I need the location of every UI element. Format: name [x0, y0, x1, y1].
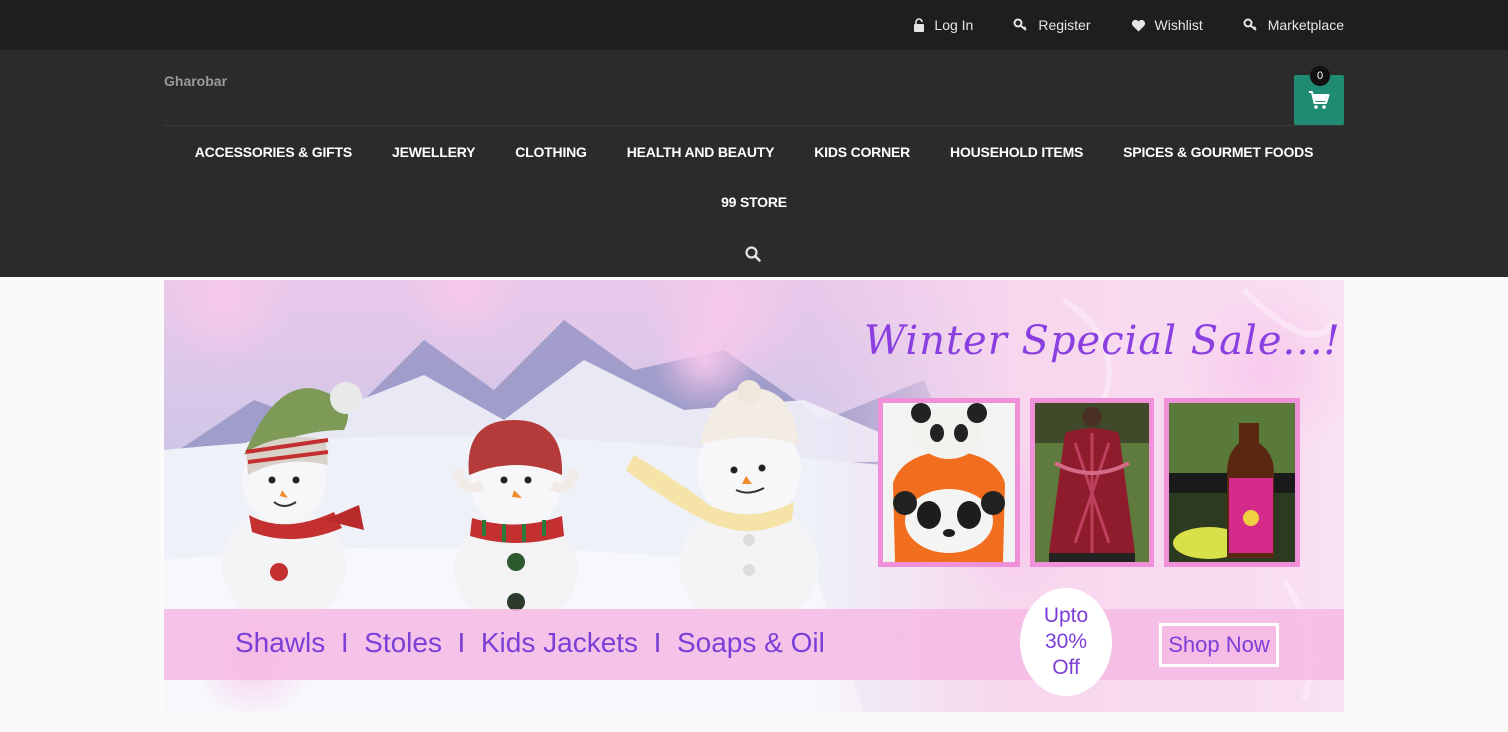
hero-banner[interactable]: Winter Special Sale...! Shawls I Stoles … [164, 280, 1344, 712]
login-label: Log In [934, 17, 974, 33]
header-divider [164, 125, 1344, 126]
snowman-middle [451, 420, 579, 625]
marketplace-link[interactable]: Marketplace [1243, 17, 1344, 33]
product-thumb-shawl[interactable] [1030, 398, 1154, 567]
site-logo[interactable]: Gharobar [164, 73, 227, 89]
nav-health-beauty[interactable]: HEALTH AND BEAUTY [627, 144, 775, 160]
main-nav: ACCESSORIES & GIFTS JEWELLERY CLOTHING H… [164, 144, 1344, 160]
lock-icon [914, 18, 925, 32]
product-thumb-kids-jacket[interactable] [878, 398, 1020, 567]
marketplace-label: Marketplace [1267, 17, 1344, 33]
shop-now-button[interactable]: Shop Now [1159, 623, 1279, 667]
offer-line-1: Upto [1043, 604, 1089, 627]
nav-kids-corner[interactable]: KIDS CORNER [814, 144, 910, 160]
offer-line-2: 30% [1044, 630, 1088, 653]
site-header: Gharobar 0 ACCESSORIES & GIFTS JEWELLERY… [0, 50, 1508, 277]
sale-title: Winter Special Sale...! [864, 318, 1341, 364]
banner-categories: Shawls I Stoles I Kids Jackets I Soaps &… [235, 627, 825, 658]
top-links: Log In Register Wishlist Marketplace [913, 0, 1344, 50]
register-link[interactable]: Register [1013, 17, 1091, 33]
nav-accessories-gifts[interactable]: ACCESSORIES & GIFTS [195, 144, 352, 160]
wishlist-label: Wishlist [1154, 17, 1203, 33]
wishlist-link[interactable]: Wishlist [1131, 17, 1203, 33]
search-icon[interactable] [744, 245, 762, 263]
register-label: Register [1038, 17, 1091, 33]
heart-icon [1131, 19, 1145, 31]
main-nav-row-2: 99 STORE [164, 194, 1344, 210]
nav-spices-gourmet[interactable]: SPICES & GOURMET FOODS [1123, 144, 1313, 160]
top-bar: Log In Register Wishlist Marketplace [0, 0, 1508, 50]
nav-99-store[interactable]: 99 STORE [721, 194, 787, 210]
offer-line-3: Off [1052, 656, 1080, 679]
shawl-image [1035, 403, 1149, 562]
cart-button[interactable]: 0 [1294, 66, 1344, 125]
key-icon [1013, 18, 1027, 31]
key-icon [1243, 18, 1257, 31]
login-link[interactable]: Log In [913, 17, 973, 33]
cart-count-badge: 0 [1310, 66, 1330, 86]
product-thumb-oil[interactable] [1164, 398, 1300, 567]
shopping-cart-icon [1309, 91, 1330, 109]
discount-badge: Upto 30% Off [1020, 588, 1112, 696]
nav-household-items[interactable]: HOUSEHOLD ITEMS [950, 144, 1083, 160]
nav-clothing[interactable]: CLOTHING [515, 144, 587, 160]
oil-bottle-image [1169, 403, 1295, 562]
nav-jewellery[interactable]: JEWELLERY [392, 144, 475, 160]
panda-jacket-image [883, 403, 1015, 562]
